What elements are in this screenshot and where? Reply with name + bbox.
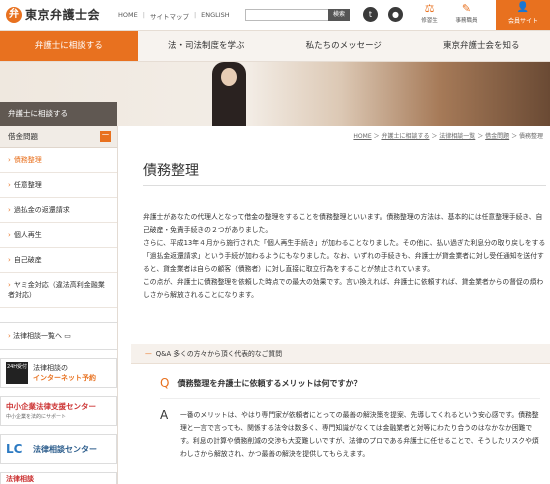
dash-icon: — [145, 350, 152, 358]
map-pin-icon[interactable]: ● [388, 7, 403, 22]
banner-consult-center[interactable]: LC 法律相談センター [0, 434, 117, 464]
sidebar-head[interactable]: 借金問題 － [0, 126, 117, 148]
qa-heading: — Q&A 多くの方々から頂く代表的なご質問 [131, 344, 550, 364]
24h-badge: 24H受付 [6, 362, 28, 384]
answer-text: 一番のメリットは、やはり専門家が依頼者にとっての最善の解決策を提案、先導してくれ… [180, 411, 539, 458]
chevron-right-icon: › [8, 281, 11, 289]
chevron-right-icon: › [8, 206, 11, 214]
banner-line1: 法律相談の [33, 364, 68, 372]
breadcrumb-consult[interactable]: 弁護士に相談する [381, 133, 429, 140]
logo-text: 東京弁護士会 [25, 8, 101, 22]
sidebar-head-label: 借金問題 [8, 131, 38, 141]
member-site-button[interactable]: 👤 会員サイト [496, 0, 550, 30]
page-title: 債務整理 [143, 163, 199, 179]
body-text: 弁護士があなたの代理人となって借金の整理をすることを債務整理といいます。債務整理… [143, 211, 548, 302]
home-link[interactable]: HOME [118, 11, 138, 21]
lc-logo-icon: LC [6, 442, 23, 456]
q-mark: Q [160, 376, 170, 390]
sidebar-item-rehabilitation[interactable]: › 個人再生 [0, 223, 117, 248]
top-header: 弁 東京弁護士会 HOME | サイトマップ | ENGLISH 検索 t ● ⚖ … [0, 0, 550, 30]
main-content: HOME ＞ 弁護士に相談する ＞ 法律相談一覧 ＞ 借金問題 ＞ 債務整理 債… [117, 126, 550, 484]
banner-sme-center[interactable]: 中小企業法律支援センター 中小企業を法的にサポート [0, 396, 117, 426]
banner-internet-reservation[interactable]: 24H受付 法律相談の インターネット予約 [0, 358, 117, 388]
collapse-icon[interactable]: － [100, 131, 111, 142]
search-form: 検索 [245, 9, 350, 21]
sidebar-item-bankruptcy[interactable]: › 自己破産 [0, 248, 117, 273]
consult-list-label: 法律相談一覧へ [13, 332, 63, 340]
pen-icon: ✎ [461, 2, 472, 15]
sidebar-item-overpayment[interactable]: › 過払金の返還請求 [0, 198, 117, 223]
search-button[interactable]: 検索 [328, 9, 350, 21]
main-nav: 弁護士に相談する 法・司法制度を学ぶ 私たちのメッセージ 東京弁護士会を知る [0, 30, 550, 62]
chevron-right-icon: › [8, 181, 11, 189]
chevron-right-icon: › [8, 156, 11, 164]
hero-image: 弁護士に相談する [0, 62, 550, 126]
hero-face [221, 68, 237, 86]
sidebar-item-label: 任意整理 [13, 181, 42, 189]
chevron-right-icon: › [8, 231, 11, 239]
search-input[interactable] [245, 9, 328, 21]
sitemap-link[interactable]: サイトマップ [150, 11, 189, 21]
top-links: HOME | サイトマップ | ENGLISH [118, 11, 230, 21]
twitter-icon[interactable]: t [363, 7, 378, 22]
paragraph: さらに、平成13年４月から施行された「個人再生手続き」が加わることなりました。そ… [143, 239, 546, 273]
sidebar-item-loan-shark[interactable]: › ヤミ金対応（違法高利金融業者対応） [0, 273, 117, 308]
link-separator: | [193, 11, 197, 19]
banner-line2: インターネット予約 [33, 374, 96, 382]
paragraph: この点が、弁護士に債務整理を依頼した時点での最大の効果です。言い換えれば、弁護士… [143, 278, 544, 299]
breadcrumb-debt[interactable]: 借金問題 [485, 133, 509, 140]
a-mark: A [160, 408, 169, 422]
monitor-icon: ▭ [64, 332, 71, 340]
sidebar-item-label: 過払金の返還請求 [13, 206, 70, 214]
site-logo[interactable]: 弁 東京弁護士会 [6, 6, 100, 23]
trainee-button[interactable]: ⚖ 修習生 [413, 2, 446, 28]
consult-list-link[interactable]: › 法律相談一覧へ ▭ [0, 322, 117, 350]
chevron-right-icon: › [8, 256, 11, 264]
qa-divider [160, 398, 540, 399]
staff-label: 事務職員 [455, 18, 478, 24]
english-link[interactable]: ENGLISH [201, 11, 230, 21]
sidebar-item-voluntary[interactable]: › 任意整理 [0, 173, 117, 198]
banner-consult-title: 法律相談センター [33, 444, 97, 454]
gavel-icon: ⚖ [424, 2, 435, 15]
banner-legal-consult[interactable]: 法律相談 [0, 472, 117, 484]
breadcrumb-list[interactable]: 法律相談一覧 [439, 133, 475, 140]
breadcrumb-current: 債務整理 [518, 133, 543, 140]
question-text: 債務整理を弁護士に依頼するメリットは何ですか？ [177, 378, 362, 388]
question: Q 債務整理を弁護士に依頼するメリットは何ですか？ [160, 376, 361, 390]
sidebar-item-label: ヤミ金対応（違法高利金融業者対応） [8, 281, 105, 299]
person-icon: 👤 [516, 2, 530, 13]
member-label: 会員サイト [507, 18, 538, 25]
hero-label: 弁護士に相談する [0, 102, 117, 126]
breadcrumb: HOME ＞ 弁護士に相談する ＞ 法律相談一覧 ＞ 借金問題 ＞ 債務整理 [353, 133, 543, 140]
nav-consult[interactable]: 弁護士に相談する [0, 31, 138, 61]
banner-sme-title: 中小企業法律支援センター [6, 402, 96, 411]
breadcrumb-home[interactable]: HOME [353, 133, 371, 140]
nav-about[interactable]: 東京弁護士会を知る [413, 31, 550, 61]
nav-learn-law[interactable]: 法・司法制度を学ぶ [138, 31, 276, 61]
paragraph: 弁護士があなたの代理人となって借金の整理をすることを債務整理といいます。債務整理… [143, 213, 543, 234]
banner-legal-title: 法律相談 [6, 475, 34, 483]
title-divider [143, 185, 546, 186]
sidebar-item-debt-settlement[interactable]: › 債務整理 [0, 148, 117, 173]
sidebar: 借金問題 － › 債務整理 › 任意整理 › 過払金の返還請求 › 個人再生 › 自己破産… [0, 126, 117, 484]
banner-text: 法律相談の インターネット予約 [33, 363, 96, 383]
qa-heading-label: Q&A 多くの方々から頂く代表的なご質問 [155, 350, 283, 358]
nav-message[interactable]: 私たちのメッセージ [275, 31, 413, 61]
logo-mark-icon: 弁 [6, 6, 22, 23]
staff-button[interactable]: ✎ 事務職員 [450, 2, 483, 28]
trainee-label: 修習生 [421, 18, 438, 24]
sidebar-item-label: 債務整理 [13, 156, 42, 164]
sidebar-item-label: 個人再生 [13, 231, 42, 239]
link-separator: | [142, 11, 145, 19]
banner-sme-sub: 中小企業を法的にサポート [6, 414, 67, 420]
sidebar-item-label: 自己破産 [13, 256, 42, 264]
